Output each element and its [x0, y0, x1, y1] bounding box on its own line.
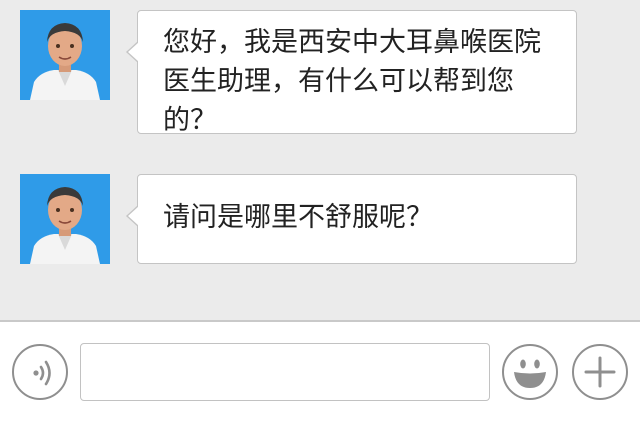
doctor-avatar-icon[interactable] [20, 174, 110, 264]
smiley-face-icon [514, 359, 546, 388]
emoji-button[interactable] [502, 344, 558, 400]
message-input[interactable] [80, 343, 490, 401]
doctor-avatar-icon[interactable] [20, 10, 110, 100]
voice-button[interactable] [12, 344, 68, 400]
more-button[interactable] [572, 344, 628, 400]
message-text: 请问是哪里不舒服呢？ [163, 202, 433, 233]
voice-wave-icon [33, 360, 51, 386]
message-text: 您好，我是西安中大耳鼻喉医院医生助理，有什么可以帮到您的？ [163, 27, 541, 136]
message-bubble[interactable]: 您好，我是西安中大耳鼻喉医院医生助理，有什么可以帮到您的？ [126, 10, 577, 136]
chat-message-list: 您好，我是西安中大耳鼻喉医院医生助理，有什么可以帮到您的？ 请问是哪里不舒服呢？ [0, 0, 640, 320]
message-bubble[interactable]: 请问是哪里不舒服呢？ [126, 174, 577, 264]
plus-icon [584, 356, 616, 388]
input-bar [0, 320, 640, 422]
